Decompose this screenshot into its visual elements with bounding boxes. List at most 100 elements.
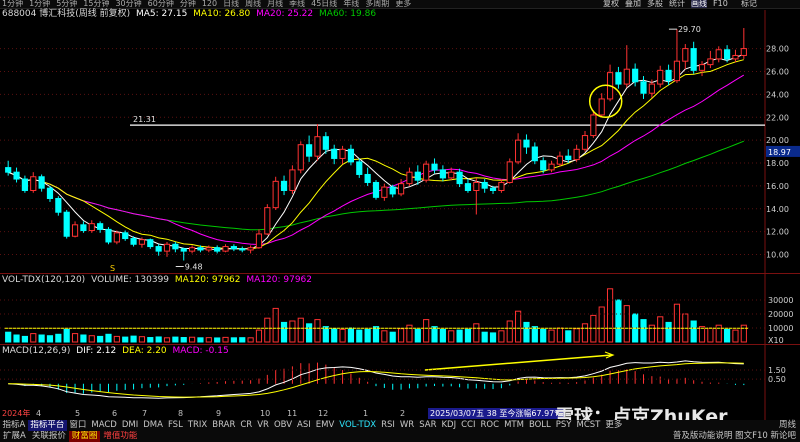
bottom-tab[interactable]: 财富圈 <box>68 431 101 442</box>
candle-body <box>205 247 212 251</box>
indicator-tab[interactable]: BRAR <box>210 420 238 431</box>
candle-body <box>464 183 472 191</box>
volume-bar <box>406 324 413 343</box>
candle-body <box>381 186 388 198</box>
bottom-tab[interactable]: 增值功能 <box>100 431 140 442</box>
indicator-tab[interactable]: ASI <box>295 420 314 431</box>
pane-divider <box>0 344 800 345</box>
candle-body <box>548 163 555 171</box>
candle-body <box>690 48 697 71</box>
candle-body <box>71 224 79 237</box>
volume-bar <box>523 321 530 343</box>
candle-body <box>481 181 488 189</box>
candle-body <box>138 239 146 245</box>
volume-bar <box>230 337 237 343</box>
indicator-tab[interactable]: TRIX <box>185 420 209 431</box>
indicator-tab[interactable]: VR <box>255 420 272 431</box>
volume-bar <box>515 310 522 343</box>
highlight-circle <box>588 84 623 118</box>
candle-body <box>314 136 321 157</box>
candle-body <box>673 60 681 82</box>
candle-body <box>239 248 246 251</box>
macd-tick-label: 1.50 <box>768 366 786 375</box>
indicator-tab[interactable]: BOLL <box>526 420 553 431</box>
volume-bar <box>239 337 246 343</box>
indicator-tab[interactable]: RSI <box>379 420 398 431</box>
volume-bar <box>155 336 162 343</box>
bottom-tab[interactable]: 关联报价 <box>29 431 69 442</box>
volume-bar <box>172 336 179 343</box>
indicator-tab[interactable]: WR <box>397 420 416 431</box>
volume-bar <box>280 321 288 343</box>
volume-bar <box>264 317 271 343</box>
volume-bar <box>289 320 296 343</box>
volume-bar <box>648 324 655 343</box>
macd-dif-value: DIF: 2.12 <box>76 346 117 356</box>
volume-bar <box>456 329 463 343</box>
last-price-label: 18.97 <box>768 148 791 157</box>
candle-body <box>473 181 480 191</box>
candle-body <box>565 155 572 161</box>
volume-bar <box>322 326 329 343</box>
pane-divider <box>0 273 800 274</box>
candle-body <box>21 178 28 191</box>
volume-bar <box>197 337 204 343</box>
volume-bar <box>414 328 421 343</box>
indicator-tab[interactable]: SAR <box>417 420 439 431</box>
candle-body <box>30 176 37 191</box>
indicator-tab[interactable]: 窗口 <box>67 420 89 431</box>
indicator-tab[interactable]: CCI <box>459 420 478 431</box>
indicator-tab[interactable]: KDJ <box>439 420 459 431</box>
volume-bar <box>397 328 405 343</box>
candle-body <box>590 114 597 137</box>
candle-body <box>280 180 288 191</box>
candle-body <box>682 48 689 62</box>
bottom-tab[interactable]: 扩展A <box>0 431 29 442</box>
ma10-line <box>8 59 744 250</box>
candle-body <box>657 69 664 85</box>
indicator-tab[interactable]: PSY <box>553 420 574 431</box>
date-label: 10 <box>260 409 271 418</box>
candle-body <box>130 238 137 245</box>
candle-body <box>306 144 313 157</box>
indicator-tab[interactable]: FSL <box>165 420 185 431</box>
bottom-right-links[interactable]: 普及版动能说明 图文F10 新论吧 <box>673 431 796 442</box>
indicator-tab[interactable]: OBV <box>271 420 294 431</box>
indicator-tab[interactable]: MCST <box>574 420 603 431</box>
indicator-tab[interactable]: EMV <box>313 420 337 431</box>
indicator-tab[interactable]: DMA <box>141 420 166 431</box>
volume-bar <box>724 328 731 343</box>
candle-body <box>322 136 329 150</box>
volume-bar <box>657 316 664 343</box>
indicator-tab[interactable]: ROC <box>478 420 502 431</box>
macd-header: MACD(12,26,9) DIF: 2.12 DEA: 2.20 MACD: … <box>2 346 229 357</box>
volume-bar <box>21 335 28 343</box>
candle-body <box>88 223 95 232</box>
indicator-tab[interactable]: DMI <box>119 420 140 431</box>
volume-bar <box>105 333 112 343</box>
volume-bar <box>306 323 313 343</box>
volume-bar <box>63 328 70 343</box>
indicator-tab[interactable]: 指标平台 <box>27 420 67 431</box>
candle-body <box>289 169 296 191</box>
indicator-tab[interactable]: VOL-TDX <box>337 420 379 431</box>
date-tooltip: 2025/03/07五 38 至今涨幅67.97% <box>428 408 564 419</box>
volume-bar <box>372 326 380 343</box>
volume-bar <box>389 331 396 343</box>
volume-bar <box>214 337 221 343</box>
candle-body <box>523 139 530 148</box>
volume-bar <box>640 319 647 343</box>
volume-bar <box>314 319 321 343</box>
kline-chart[interactable]: 28.00 26.00 24.00 22.00 20.00 18.00 16.00 14.00… <box>0 0 800 442</box>
indicator-tab[interactable]: CR <box>238 420 255 431</box>
indicator-tab[interactable]: 更多 <box>603 420 625 431</box>
indicator-tab[interactable]: 指标A <box>0 420 28 431</box>
volume-tick-label: 20000 <box>768 310 793 319</box>
trend-annotation-line <box>424 354 613 371</box>
candle-body <box>197 247 204 251</box>
volume-bar <box>498 330 505 343</box>
indicator-tab[interactable]: MTM <box>502 420 527 431</box>
candle-body <box>13 171 20 180</box>
indicator-tab[interactable]: MACD <box>89 420 119 431</box>
volume-bar <box>707 327 714 343</box>
